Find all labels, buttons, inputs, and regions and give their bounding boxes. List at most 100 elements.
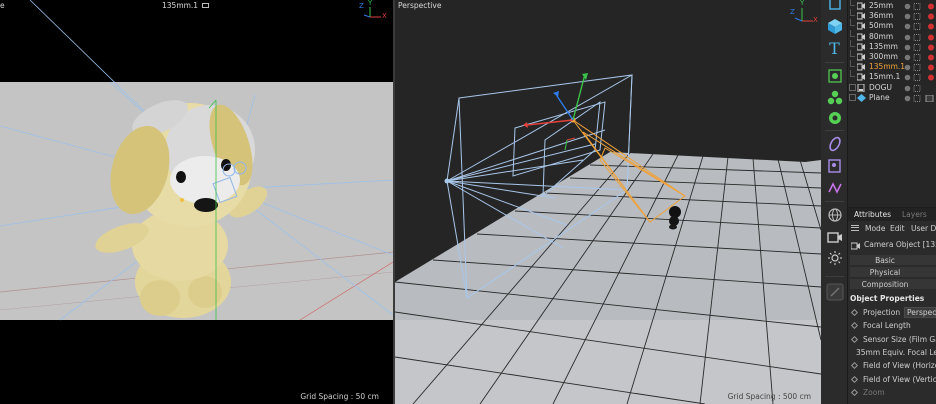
keyframe-diamond-icon[interactable] (850, 335, 859, 343)
cloner-icon (827, 90, 842, 105)
attribute-menu-bar: Mode Edit User Da (848, 223, 936, 235)
group-physical[interactable]: Physical (850, 267, 936, 278)
object-manager: 25mm 36mm 50mm 80mm 135mm 300mm 135mm.1 15mm.1 D… (848, 0, 936, 207)
menu-edit[interactable]: Edit (890, 224, 905, 233)
active-camera-label[interactable]: 135mm.1 (162, 1, 210, 10)
keyframe-diamond-icon[interactable] (850, 362, 859, 370)
gear-icon (828, 112, 841, 124)
axis-label-z: Z (790, 8, 795, 16)
brush-icon (826, 283, 843, 301)
camera-view-render (0, 0, 393, 321)
deformer-button[interactable] (824, 134, 845, 154)
camera-icon (857, 33, 865, 41)
visibility-tags[interactable] (904, 74, 936, 82)
cube-button[interactable] (824, 16, 845, 36)
keyframe-diamond-icon[interactable] (850, 388, 859, 396)
menu-mode[interactable]: Mode (865, 224, 885, 233)
visibility-tags[interactable] (904, 84, 936, 92)
selection-icon (827, 69, 842, 83)
perspective-view-render (395, 0, 821, 404)
visibility-tags[interactable] (904, 23, 936, 31)
property-label: Zoom (863, 387, 885, 397)
light-button[interactable] (824, 248, 845, 268)
cube-outline-button[interactable] (824, 0, 845, 14)
camera-icon (202, 3, 210, 8)
expand-icon[interactable] (849, 83, 856, 91)
object-row[interactable]: 15mm.1 (848, 70, 936, 82)
property-row[interactable]: ProjectionPerspective (848, 307, 936, 319)
object-header: Camera Object [135mm (848, 239, 936, 251)
gear-button[interactable] (824, 108, 845, 128)
perspective-viewport[interactable]: Perspective Z Y X Grid Spacing : 500 cm (395, 0, 821, 404)
camera-icon (857, 2, 865, 10)
tree-connector (850, 29, 855, 37)
visibility-tags[interactable] (904, 13, 936, 21)
visibility-tags[interactable] (904, 54, 936, 61)
object-row[interactable]: 80mm (848, 29, 936, 42)
cube-icon (827, 19, 842, 34)
visibility-tags[interactable] (904, 64, 936, 72)
object-row[interactable]: 135mm.1 (848, 60, 936, 72)
tree-connector (850, 60, 855, 68)
camera-button[interactable] (824, 227, 845, 247)
keyframe-diamond-icon[interactable] (850, 375, 859, 383)
axis-label-x: X (813, 16, 818, 24)
morph-button[interactable] (824, 178, 845, 198)
visibility-tags[interactable] (904, 94, 936, 102)
text-tool-button[interactable]: T (824, 38, 845, 58)
axis-label-z: Z (359, 2, 364, 10)
text-icon: T (829, 38, 840, 58)
plane-icon (857, 93, 866, 102)
object-label: 300mm (869, 52, 898, 61)
scene-button[interactable] (824, 156, 845, 176)
null-object-icon (857, 83, 865, 92)
property-value-field[interactable]: Perspective (904, 307, 936, 318)
hamburger-icon[interactable] (851, 225, 859, 231)
tab-layers[interactable]: Layers (902, 210, 927, 219)
property-row[interactable]: Field of View (Vertical) (848, 374, 936, 386)
globe-icon (827, 208, 842, 222)
visibility-tags[interactable] (904, 3, 936, 10)
group-basic[interactable]: Basic (850, 255, 936, 266)
object-label: 135mm.1 (869, 62, 906, 72)
property-label: Field of View (Horizonta (863, 361, 936, 371)
property-row[interactable]: Zoom (848, 387, 936, 399)
tree-connector (850, 9, 855, 17)
camera-viewport[interactable]: e 135mm.1 Z Y X Grid Spacing : 50 cm (0, 0, 393, 404)
object-row[interactable]: Plane (848, 93, 936, 103)
axis-label-y: Y (800, 0, 805, 7)
keyframe-diamond-icon[interactable] (850, 322, 859, 330)
selection-button[interactable] (824, 66, 845, 86)
object-row[interactable]: 36mm (848, 9, 936, 21)
visibility-tags[interactable] (904, 43, 936, 51)
property-row[interactable]: Sensor Size (Film Gate) (848, 334, 936, 346)
tree-connector (850, 50, 855, 57)
object-row[interactable]: DOGU (848, 83, 936, 93)
object-label: 135mm (869, 41, 898, 51)
cloner-button[interactable] (824, 88, 845, 108)
object-row[interactable]: 135mm (848, 39, 936, 52)
object-row[interactable]: 25mm (848, 0, 936, 11)
brush-button[interactable] (824, 282, 845, 302)
property-row[interactable]: Focal Length (848, 320, 936, 332)
environment-button[interactable] (824, 205, 845, 225)
expand-icon[interactable] (849, 93, 856, 101)
axis-label-y: Y (368, 0, 373, 7)
object-row[interactable]: 50mm (848, 19, 936, 31)
axis-label-x: X (382, 12, 387, 20)
property-row[interactable]: Field of View (Horizonta (848, 360, 936, 372)
property-label: Field of View (Vertical) (863, 374, 936, 384)
tab-attributes[interactable]: Attributes (854, 210, 891, 219)
visibility-tags[interactable] (904, 33, 936, 41)
attribute-manager: Attributes Layers Mode Edit User Da Came… (848, 208, 936, 404)
object-label: DOGU (869, 82, 892, 92)
group-composition[interactable]: Composition (850, 279, 936, 290)
property-row[interactable]: 35mm Equiv. Focal Length (848, 347, 936, 359)
camera-icon (857, 12, 865, 20)
tree-connector (850, 19, 855, 27)
menu-user-data[interactable]: User Da (911, 224, 936, 233)
object-label: 50mm (869, 21, 894, 31)
object-row[interactable]: 300mm (848, 50, 936, 62)
scene-icon (827, 159, 841, 173)
keyframe-diamond-icon[interactable] (850, 308, 859, 317)
